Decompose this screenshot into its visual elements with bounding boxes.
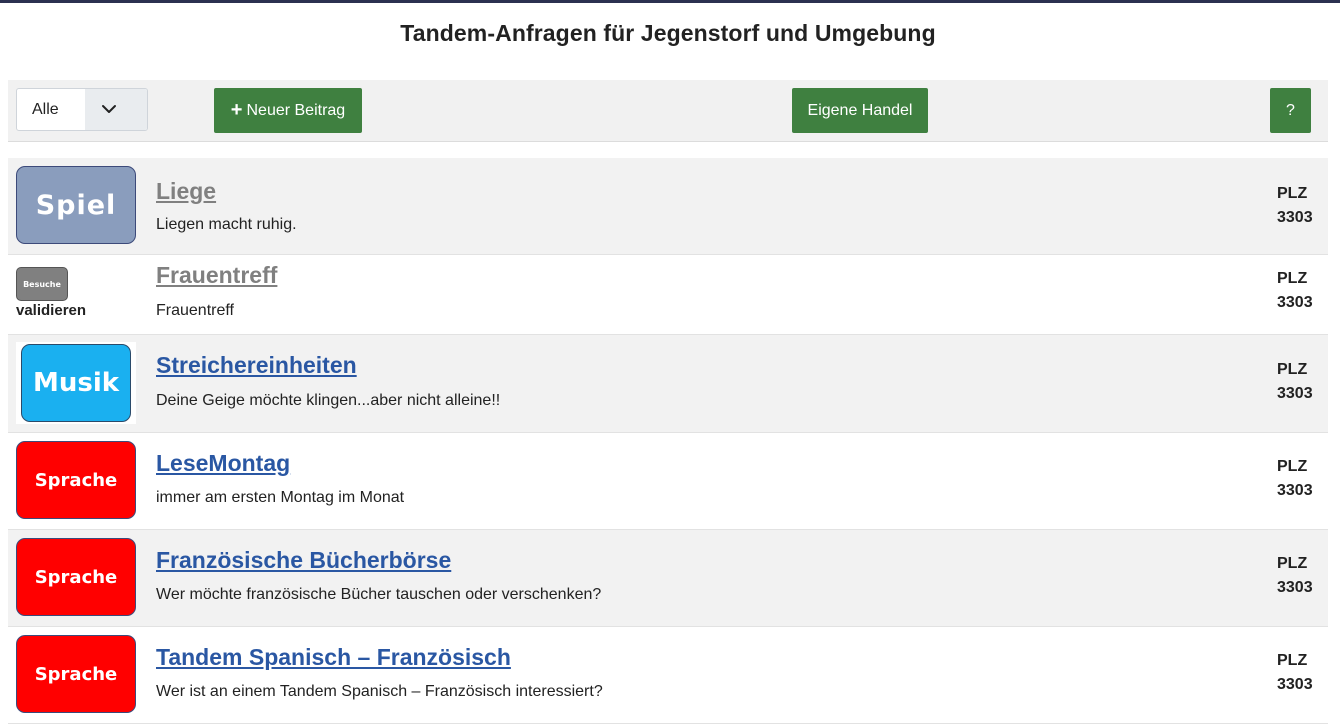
category-thumbnail-sprache[interactable]: Sprache (16, 635, 136, 713)
plz-label: PLZ (1277, 361, 1308, 378)
list-item-plz: PLZ 3303 (1277, 455, 1313, 503)
thumbnail-frame: Musik (16, 342, 136, 424)
list-item-title-link[interactable]: Liege (156, 178, 216, 205)
plz-value: 3303 (1277, 294, 1313, 311)
plz-label: PLZ (1277, 270, 1308, 287)
new-post-label: Neuer Beitrag (246, 102, 346, 119)
page-title: Tandem-Anfragen für Jegenstorf und Umgeb… (400, 20, 936, 46)
plz-value: 3303 (1277, 209, 1313, 226)
list-item-plz: PLZ 3303 (1277, 649, 1313, 697)
list-item: Sprache Tandem Spanisch – Französisch We… (8, 627, 1328, 724)
chevron-down-icon[interactable] (85, 89, 147, 130)
list-item-description: Wer möchte französische Bücher tauschen … (156, 586, 602, 603)
category-thumbnail-sprache[interactable]: Sprache (16, 538, 136, 616)
list-item-description: Frauentreff (156, 302, 234, 319)
list-item-plz: PLZ 3303 (1277, 358, 1313, 406)
own-trade-button[interactable]: Eigene Handel (792, 88, 928, 133)
plz-label: PLZ (1277, 185, 1308, 202)
category-thumbnail-besuche[interactable]: Besuche (16, 267, 68, 301)
list-item-title-link[interactable]: Streichereinheiten (156, 352, 357, 379)
list-item-description: Wer ist an einem Tandem Spanisch – Franz… (156, 683, 603, 700)
list-item-description: Deine Geige möchte klingen...aber nicht … (156, 392, 501, 409)
category-thumbnail-sprache[interactable]: Sprache (16, 441, 136, 519)
validate-badge[interactable]: validieren (16, 302, 86, 319)
plz-label: PLZ (1277, 458, 1308, 475)
list-item: Sprache LeseMontag immer am ersten Monta… (8, 433, 1328, 530)
help-button[interactable]: ? (1270, 88, 1311, 133)
plz-value: 3303 (1277, 385, 1313, 402)
tandem-list: Spiel Liege Liegen macht ruhig. PLZ 3303… (8, 158, 1328, 724)
list-item-plz: PLZ 3303 (1277, 552, 1313, 600)
list-item: Sprache Französische Bücherbörse Wer möc… (8, 530, 1328, 627)
top-border (0, 0, 1340, 3)
plz-value: 3303 (1277, 676, 1313, 693)
plz-label: PLZ (1277, 652, 1308, 669)
plz-label: PLZ (1277, 555, 1308, 572)
list-item: Spiel Liege Liegen macht ruhig. PLZ 3303 (8, 158, 1328, 255)
list-item: Besuche validieren Frauentreff Frauentre… (8, 255, 1328, 335)
plz-value: 3303 (1277, 482, 1313, 499)
category-filter-select[interactable]: Alle (16, 88, 148, 131)
plus-icon: + (230, 99, 243, 121)
list-item-title-link[interactable]: Französische Bücherbörse (156, 547, 451, 574)
list-item-description: immer am ersten Montag im Monat (156, 489, 405, 506)
list-item: Musik Streichereinheiten Deine Geige möc… (8, 335, 1328, 433)
list-item-description: Liegen macht ruhig. (156, 216, 297, 233)
plz-value: 3303 (1277, 579, 1313, 596)
list-item-plz: PLZ 3303 (1277, 267, 1313, 315)
new-post-button[interactable]: + Neuer Beitrag (214, 88, 362, 133)
list-item-title-link[interactable]: LeseMontag (156, 450, 290, 477)
list-item-plz: PLZ 3303 (1277, 182, 1313, 230)
toolbar: Alle + Neuer Beitrag Eigene Handel ? (8, 80, 1328, 142)
list-item-title-link[interactable]: Frauentreff (156, 262, 277, 289)
list-item-title-link[interactable]: Tandem Spanisch – Französisch (156, 644, 511, 671)
category-filter-value: Alle (32, 101, 59, 118)
category-thumbnail-musik[interactable]: Musik (21, 344, 131, 422)
category-thumbnail-spiel[interactable]: Spiel (16, 166, 136, 244)
